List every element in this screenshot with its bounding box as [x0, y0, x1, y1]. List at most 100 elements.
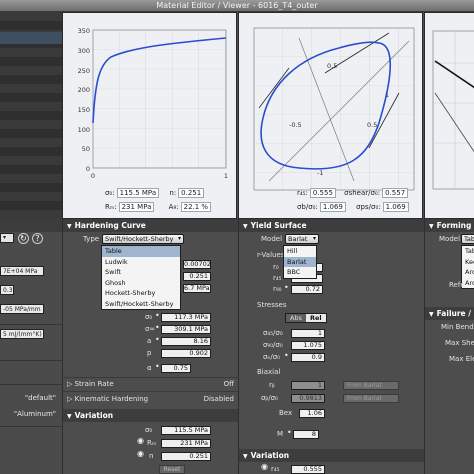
hardening-panel: ▼ Hardening Curve Type Swift/Hockett-Sher…: [62, 219, 238, 474]
hardening-curve-plot[interactable]: 350 300 250 200 150 100 50 0 0 1 σ₀: 115.…: [62, 12, 237, 219]
sigma-e-field[interactable]: 0.9: [291, 353, 325, 362]
dropdown-option[interactable]: Hockett-Sherby: [102, 288, 180, 299]
stresses-label: Stresses: [257, 301, 287, 309]
y-tick-label: 300: [78, 47, 90, 55]
biaxial-r-label: rᵦ: [269, 381, 275, 389]
sigma0-readout: 115.5 MPa: [116, 188, 160, 198]
variation-header[interactable]: ▼ Variation: [63, 409, 238, 422]
dropdown-option[interactable]: Swift/Hockett-Sherby: [102, 299, 180, 310]
r-label: r₀: [273, 263, 279, 271]
left-divider: [0, 360, 62, 361]
sigma45-field[interactable]: 1: [291, 329, 325, 338]
dropdown-option[interactable]: Arce: [462, 267, 474, 278]
a-field[interactable]: 8.16: [161, 337, 211, 346]
param-label: n: [149, 452, 154, 460]
hardening-type-select[interactable]: Swift/Hockett-Sherby ▾: [102, 234, 184, 244]
dropdown-option[interactable]: Swift: [102, 267, 180, 278]
bex-field[interactable]: 1.06: [299, 409, 325, 418]
reset-button[interactable]: Reset: [159, 465, 185, 474]
hardening-param-field[interactable]: 6.7 MPa: [183, 284, 211, 293]
abs-option[interactable]: Abs: [286, 314, 306, 322]
stress-label: σₑ/σ₀: [263, 353, 280, 361]
y-tick-label: 0: [86, 165, 90, 173]
r90-field[interactable]: 0.72: [291, 285, 323, 294]
dropdown-option[interactable]: Table: [462, 246, 474, 257]
sigma-inf-field[interactable]: 309.1 MPa: [161, 325, 211, 334]
sigma90-field[interactable]: 1.075: [291, 341, 325, 350]
variation-r45-field[interactable]: 0.555: [291, 465, 325, 474]
y-tick-label: 250: [78, 67, 90, 75]
help-icon[interactable]: ?: [32, 233, 43, 244]
dropdown-option[interactable]: Barlat: [284, 256, 316, 267]
variation-n-field[interactable]: 0.251: [161, 452, 211, 461]
hardening-param-field[interactable]: 0.251: [183, 272, 211, 281]
biaxial-r-field[interactable]: 1: [291, 381, 325, 390]
dropdown-option[interactable]: Keel: [462, 257, 474, 268]
material-list-selected-row[interactable]: [0, 32, 62, 44]
hardening-type-dropdown[interactable]: Table Ludwik Swift Ghosh Hockett-Sherby …: [101, 245, 181, 310]
failure-header[interactable]: ▼ Failure /: [425, 307, 474, 320]
lock-dot-icon[interactable]: •: [284, 351, 289, 360]
dropdown-option[interactable]: Table: [102, 246, 180, 257]
forming-model-select[interactable]: Tab: [461, 234, 474, 244]
variation-rm-field[interactable]: 231 MPa: [161, 439, 211, 448]
abs-rel-toggle[interactable]: Abs Rel: [285, 313, 327, 323]
poisson-ratio-field[interactable]: 0.3: [0, 285, 14, 295]
param-label: σ₀: [145, 313, 153, 321]
radio-dot-icon[interactable]: ◉: [137, 449, 144, 458]
yield-variation-header[interactable]: ▼ Variation: [239, 449, 424, 462]
yield-model-select[interactable]: Barlat ▾: [285, 234, 319, 244]
biaxial-sigma-source-select[interactable]: From Barlat: [343, 394, 399, 403]
sigma0-label: σ₀:: [105, 189, 115, 197]
thermal-field[interactable]: -05 MPa/mm: [0, 304, 44, 314]
kinematic-toggle[interactable]: ▷ Kinematic Hardening: [67, 395, 148, 403]
dropdown-option[interactable]: BBC: [284, 267, 316, 278]
y-tick-label: 100: [78, 126, 90, 134]
left-unit-combo[interactable]: ▾: [0, 233, 14, 243]
lock-dot-icon[interactable]: •: [155, 362, 160, 371]
param-label: p: [147, 349, 152, 357]
sb-label: σb/σ₀:: [297, 203, 318, 211]
max-element-label: Max Ele: [449, 355, 474, 363]
p-field[interactable]: 0.902: [161, 349, 211, 358]
ag-readout: 22.1 %: [180, 202, 212, 212]
material-list[interactable]: [0, 12, 62, 218]
radio-dot-icon[interactable]: ◉: [261, 462, 268, 471]
lock-dot-icon[interactable]: •: [287, 428, 292, 437]
dropdown-option[interactable]: Ludwik: [102, 257, 180, 268]
ps-label: σps/σ₀:: [356, 203, 381, 211]
tick-label: -0.5: [289, 121, 302, 129]
variation-sigma0-field[interactable]: 115.5 MPa: [161, 426, 211, 435]
young-modulus-field[interactable]: 7E+04 MPa: [0, 266, 44, 276]
yield-surface-header[interactable]: ▼ Yield Surface: [239, 219, 424, 232]
lock-dot-icon[interactable]: •: [284, 283, 289, 292]
param-label: σ∞: [145, 325, 156, 333]
biaxial-r-source-select[interactable]: From Barlat: [343, 381, 399, 390]
forming-header[interactable]: ▼Forming Li: [425, 219, 474, 232]
material-class-value: "default": [24, 394, 56, 402]
forming-limit-svg: [432, 30, 474, 190]
yield-surface-plot[interactable]: 0.5 -0.5 -1 1 0.5 r₄₅: 0.555 σshear/σ₀: 0.…: [238, 12, 423, 219]
lock-dot-icon[interactable]: •: [155, 323, 160, 332]
ps-readout: 1.069: [382, 202, 409, 212]
refresh-icon[interactable]: ↻: [18, 233, 29, 244]
sigma0-field[interactable]: 117.3 MPa: [161, 313, 211, 322]
tick-label: 1: [385, 91, 389, 99]
dropdown-option[interactable]: Hill: [284, 246, 316, 257]
hardening-header[interactable]: ▼ Hardening Curve: [63, 219, 238, 232]
conductivity-field[interactable]: 5 mJ/(mm°K): [0, 329, 44, 339]
biaxial-sigma-field[interactable]: 0.9813: [291, 394, 325, 403]
dropdown-option[interactable]: Ghosh: [102, 278, 180, 289]
rel-option[interactable]: Rel: [305, 314, 326, 322]
r-values-label: r-Values: [257, 251, 285, 259]
radio-dot-icon[interactable]: ◉: [137, 436, 144, 445]
forming-limit-plot[interactable]: [424, 12, 474, 219]
m-field[interactable]: 8: [293, 430, 319, 439]
hardening-param-field[interactable]: 0.00702: [183, 260, 211, 269]
yield-model-dropdown[interactable]: Hill Barlat BBC: [283, 245, 317, 279]
strain-rate-toggle[interactable]: ▷ Strain Rate: [67, 380, 114, 388]
lock-dot-icon[interactable]: •: [155, 311, 160, 320]
lock-dot-icon[interactable]: •: [155, 335, 160, 344]
r45-label: r₄₅:: [297, 189, 308, 197]
alpha-field[interactable]: 0.75: [161, 364, 191, 373]
